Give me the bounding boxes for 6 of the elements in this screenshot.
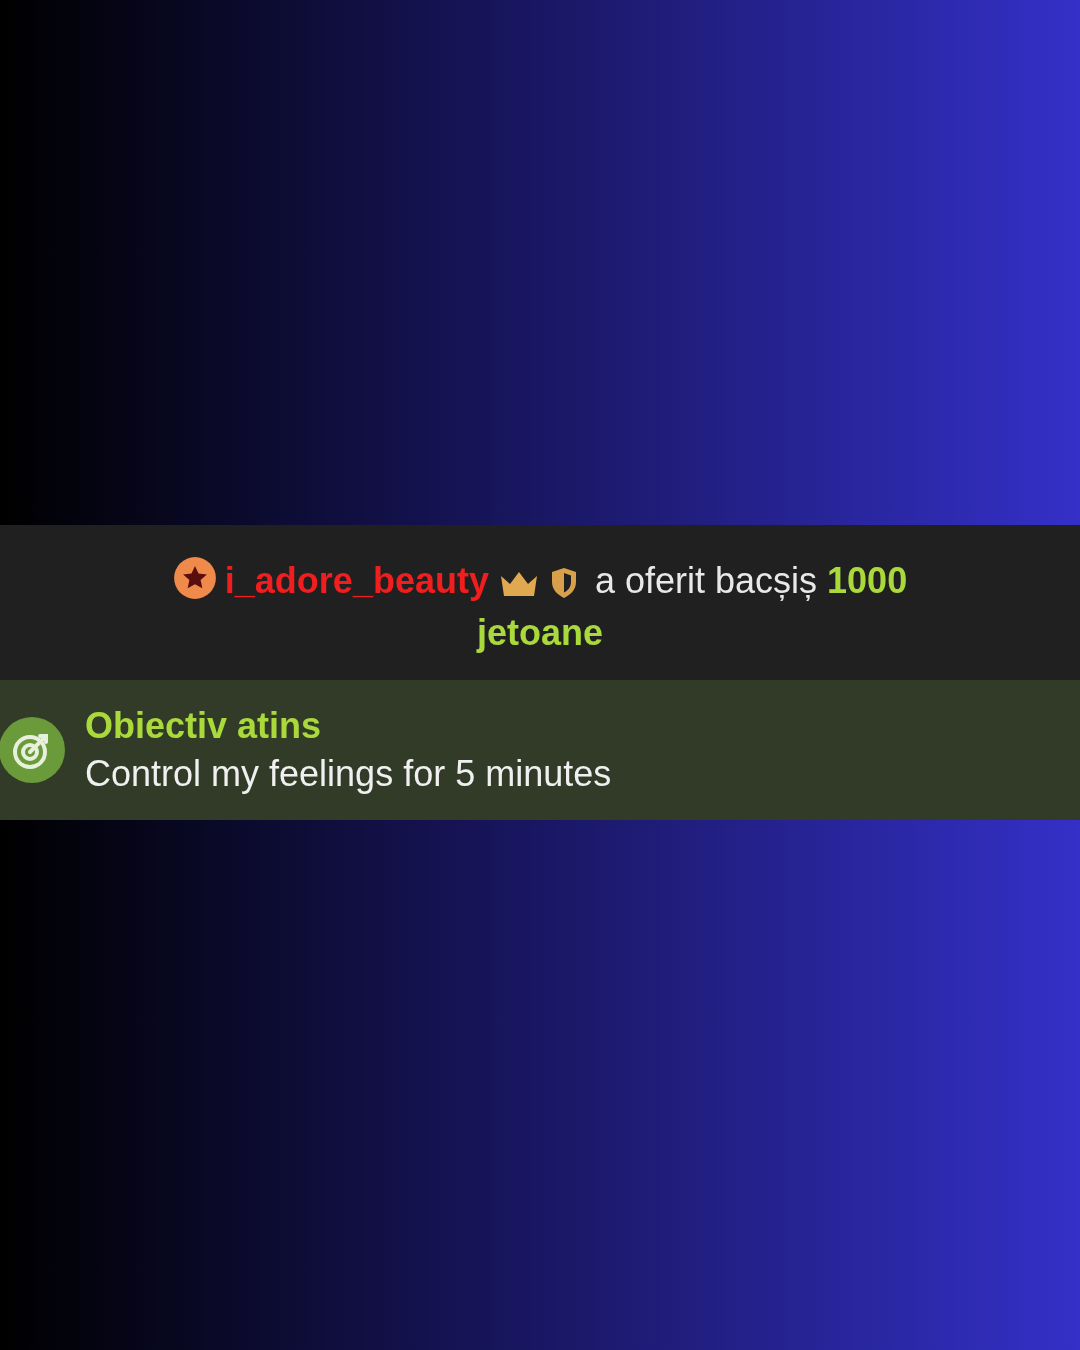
- goal-description: Control my feelings for 5 minutes: [85, 753, 612, 795]
- goal-title: Obiectiv atins: [85, 705, 323, 747]
- token-amount: 1000: [827, 560, 908, 601]
- username[interactable]: i_adore_beauty: [224, 560, 489, 601]
- tip-action-text: a oferit bacșiș: [594, 560, 818, 601]
- token-unit: jetoane: [476, 612, 603, 653]
